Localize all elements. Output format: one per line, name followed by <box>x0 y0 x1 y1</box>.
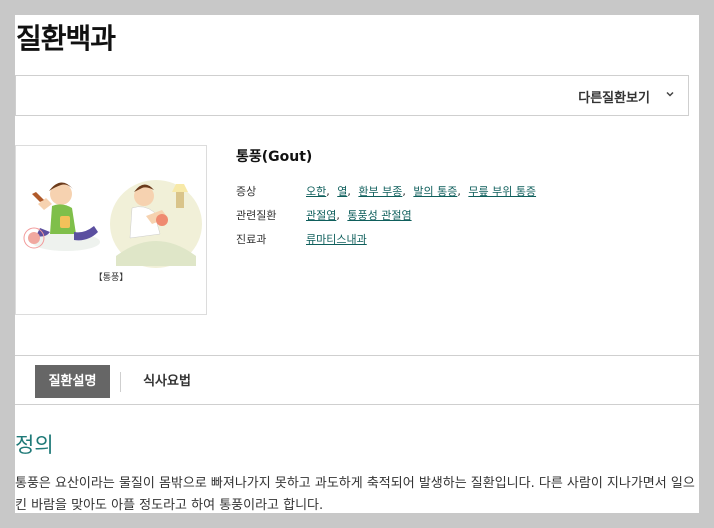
symptom-link[interactable]: 환부 부종 <box>358 185 402 198</box>
gout-illustration: 【통풍】 <box>23 180 202 283</box>
separator: , <box>402 185 406 198</box>
symptom-links: 오한, 열, 환부 부종, 발의 통증, 무릎 부위 통증 <box>306 183 536 199</box>
symptoms-row: 증상 오한, 열, 환부 부종, 발의 통증, 무릎 부위 통증 <box>236 180 696 204</box>
related-disease-link[interactable]: 통풍성 관절염 <box>347 209 411 222</box>
content-tabs: 질환설명 식사요법 <box>15 355 699 405</box>
related-diseases-row: 관련질환 관절염, 통풍성 관절염 <box>236 204 696 228</box>
row-label: 진료과 <box>236 233 267 246</box>
page-container: 질환백과 다른질환보기 【통풍】 통풍(Gout) 증상 오한, 열, 환부 부… <box>15 15 699 513</box>
row-label: 증상 <box>236 185 257 198</box>
separator: , <box>336 209 340 222</box>
chevron-down-icon <box>666 91 674 97</box>
section-heading: 정의 <box>15 433 54 457</box>
separator: , <box>347 185 351 198</box>
disease-image: 【통풍】 <box>15 145 207 315</box>
separator: , <box>326 185 330 198</box>
tab-divider <box>120 372 121 392</box>
separator: , <box>457 185 461 198</box>
dropdown-label: 다른질환보기 <box>578 91 650 106</box>
symptom-link[interactable]: 무릎 부위 통증 <box>468 185 536 198</box>
symptom-link[interactable]: 오한 <box>306 185 326 198</box>
other-disease-dropdown[interactable]: 다른질환보기 <box>15 75 689 116</box>
symptom-link[interactable]: 발의 통증 <box>413 185 457 198</box>
department-link[interactable]: 류마티스내과 <box>306 233 367 246</box>
tab-diet-therapy[interactable]: 식사요법 <box>127 365 207 398</box>
disease-info: 통풍(Gout) 증상 오한, 열, 환부 부종, 발의 통증, 무릎 부위 통… <box>236 146 696 252</box>
department-links: 류마티스내과 <box>306 231 367 247</box>
department-row: 진료과 류마티스내과 <box>236 228 696 252</box>
disease-title: 통풍(Gout) <box>236 149 313 165</box>
related-disease-link[interactable]: 관절염 <box>306 209 336 222</box>
row-label: 관련질환 <box>236 209 277 222</box>
symptom-link[interactable]: 열 <box>337 185 347 198</box>
tab-disease-description[interactable]: 질환설명 <box>35 365 110 398</box>
image-caption: 【통풍】 <box>94 272 129 283</box>
related-disease-links: 관절염, 통풍성 관절염 <box>306 207 412 223</box>
section-body: 통풍은 요산이라는 물질이 몸밖으로 빠져나가지 못하고 과도하게 축적되어 발… <box>15 476 695 513</box>
page-title: 질환백과 <box>16 22 116 55</box>
